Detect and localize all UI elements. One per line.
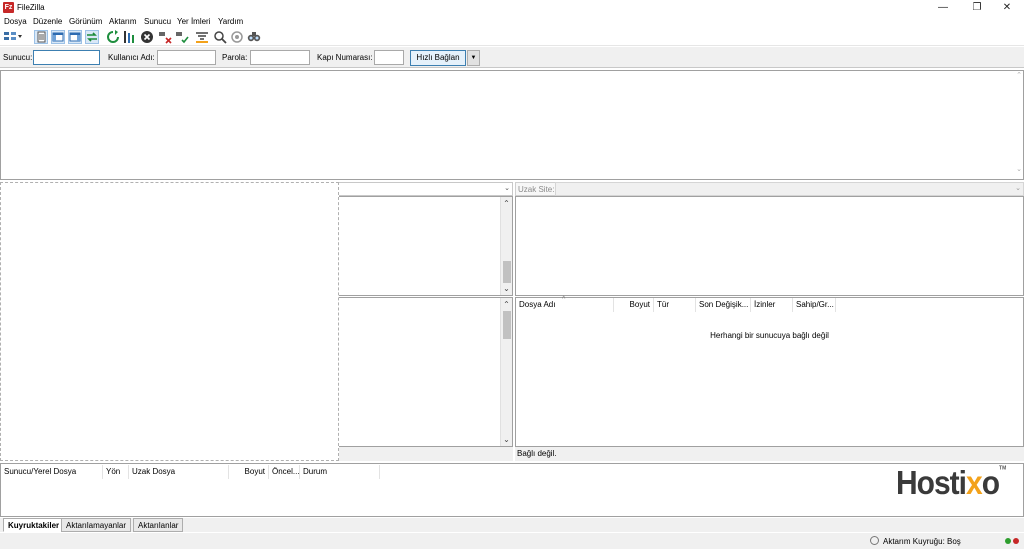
chevron-down-icon: ⌄ bbox=[1015, 185, 1021, 192]
menu-duzenle[interactable]: Düzenle bbox=[33, 17, 62, 26]
toggle-log-icon[interactable] bbox=[34, 30, 48, 44]
window-title: FileZilla bbox=[17, 3, 45, 12]
scroll-down-icon[interactable]: ⌄ bbox=[501, 283, 512, 294]
compare-icon[interactable] bbox=[213, 30, 227, 44]
transfer-queue[interactable]: Sunucu/Yerel Dosya Yön Uzak Dosya Boyut … bbox=[0, 463, 1024, 517]
scroll-up-icon[interactable]: ⌃ bbox=[501, 299, 512, 310]
remote-file-list[interactable]: ^ Dosya Adı Boyut Tür Son Değişik... İzi… bbox=[515, 296, 1024, 447]
remote-site-bar: Uzak Site: ⌄ bbox=[515, 182, 1024, 196]
cancel-icon[interactable] bbox=[140, 30, 154, 44]
search-icon[interactable] bbox=[247, 30, 261, 44]
column-header-permissions[interactable]: İzinler bbox=[751, 298, 793, 312]
scroll-thumb[interactable] bbox=[503, 261, 511, 283]
scroll-up-icon[interactable]: ⌃ bbox=[1016, 71, 1022, 79]
username-label: Kullanıcı Adı: bbox=[108, 53, 155, 62]
chevron-down-icon: ⌄ bbox=[504, 185, 510, 192]
menu-bar: Dosya Düzenle Görünüm Aktarım Sunucu Yer… bbox=[0, 16, 1024, 28]
toolbar bbox=[0, 28, 1024, 46]
menu-gorunum[interactable]: Görünüm bbox=[69, 17, 102, 26]
process-queue-icon[interactable] bbox=[123, 30, 137, 44]
queue-col-direction[interactable]: Yön bbox=[103, 465, 129, 479]
queue-col-size[interactable]: Boyut bbox=[229, 465, 269, 479]
password-label: Parola: bbox=[222, 53, 248, 62]
host-label: Sunucu: bbox=[3, 53, 33, 62]
toggle-remote-tree-icon[interactable] bbox=[68, 30, 82, 44]
title-bar: Fz FileZilla — ❐ ✕ bbox=[0, 0, 1024, 16]
port-label: Kapı Numarası: bbox=[317, 53, 373, 62]
column-header-type[interactable]: Tür bbox=[654, 298, 696, 312]
column-header-size[interactable]: Boyut bbox=[614, 298, 654, 312]
password-input[interactable] bbox=[250, 50, 310, 65]
remote-site-label: Uzak Site: bbox=[515, 182, 558, 196]
queue-col-remote-file[interactable]: Uzak Dosya bbox=[129, 465, 229, 479]
local-site-combo[interactable]: ⌄ bbox=[338, 182, 513, 196]
scroll-down-icon[interactable]: ⌄ bbox=[1016, 165, 1022, 173]
scroll-down-icon[interactable]: ⌄ bbox=[501, 434, 512, 445]
hostixo-watermark-logo: HostixoTM bbox=[896, 465, 1007, 502]
local-list-scrollbar[interactable]: ⌃ ⌄ bbox=[500, 298, 512, 446]
host-input[interactable] bbox=[33, 50, 100, 65]
scroll-up-icon[interactable]: ⌃ bbox=[501, 198, 512, 209]
disconnect-icon[interactable] bbox=[158, 30, 172, 44]
message-log[interactable]: ⌃ ⌄ bbox=[0, 70, 1024, 180]
sync-browse-icon[interactable] bbox=[230, 30, 244, 44]
scroll-thumb[interactable] bbox=[503, 311, 511, 339]
menu-dosya[interactable]: Dosya bbox=[4, 17, 27, 26]
menu-yardim[interactable]: Yardım bbox=[218, 17, 243, 26]
remote-status-bar: Bağlı değil. bbox=[515, 447, 1024, 461]
menu-yer-imleri[interactable]: Yer İmleri bbox=[177, 17, 211, 26]
remote-empty-message: Herhangi bir sunucuya bağlı değil bbox=[710, 331, 829, 340]
menu-sunucu[interactable]: Sunucu bbox=[144, 17, 171, 26]
refresh-icon[interactable] bbox=[106, 30, 120, 44]
column-header-filename[interactable]: Dosya Adı bbox=[516, 298, 614, 312]
filter-icon[interactable] bbox=[195, 30, 209, 44]
menu-aktarim[interactable]: Aktarım bbox=[109, 17, 137, 26]
queue-col-priority[interactable]: Öncel... bbox=[269, 465, 300, 479]
quickconnect-history-dropdown[interactable]: ▼ bbox=[467, 50, 480, 66]
receive-indicator-led bbox=[1005, 538, 1011, 544]
queue-status: Aktarım Kuyruğu: Boş bbox=[870, 536, 961, 546]
local-tree-scrollbar[interactable]: ⌃ ⌄ bbox=[500, 197, 512, 295]
remote-site-combo[interactable]: ⌄ bbox=[555, 182, 1024, 196]
maximize-button[interactable]: ❐ bbox=[960, 0, 994, 16]
quickconnect-bar: Sunucu: Kullanıcı Adı: Parola: Kapı Numa… bbox=[0, 47, 1024, 68]
filezilla-app-icon: Fz bbox=[3, 2, 14, 13]
local-pane-blank-overlay bbox=[0, 182, 339, 461]
tab-queued-files[interactable]: Kuyruktakiler bbox=[3, 518, 65, 532]
username-input[interactable] bbox=[157, 50, 216, 65]
toggle-local-tree-icon[interactable] bbox=[51, 30, 65, 44]
close-button[interactable]: ✕ bbox=[990, 0, 1024, 16]
column-header-modified[interactable]: Son Değişik... bbox=[696, 298, 751, 312]
column-header-owner-group[interactable]: Sahip/Gr... bbox=[793, 298, 836, 312]
site-manager-icon[interactable] bbox=[3, 30, 23, 44]
queue-col-server-local-file[interactable]: Sunucu/Yerel Dosya bbox=[1, 465, 103, 479]
remote-directory-tree[interactable] bbox=[515, 196, 1024, 296]
queue-status-icon bbox=[870, 536, 879, 545]
minimize-button[interactable]: — bbox=[926, 0, 960, 16]
tab-successful-transfers[interactable]: Aktarılanlar bbox=[133, 518, 184, 532]
queue-status-text: Aktarım Kuyruğu: Boş bbox=[883, 537, 961, 546]
toggle-queue-icon[interactable] bbox=[85, 30, 99, 44]
queue-col-status[interactable]: Durum bbox=[300, 465, 380, 479]
reconnect-icon[interactable] bbox=[175, 30, 189, 44]
status-footer: Aktarım Kuyruğu: Boş bbox=[0, 533, 1024, 549]
tab-failed-transfers[interactable]: Aktarılamayanlar bbox=[61, 518, 132, 532]
message-log-scrollbar[interactable]: ⌃ ⌄ bbox=[1013, 71, 1023, 179]
port-input[interactable] bbox=[374, 50, 404, 65]
queue-tabs: Kuyruktakiler Aktarılamayanlar Aktarılan… bbox=[0, 518, 1024, 532]
send-indicator-led bbox=[1013, 538, 1019, 544]
quickconnect-button[interactable]: Hızlı Bağlan bbox=[410, 50, 466, 66]
